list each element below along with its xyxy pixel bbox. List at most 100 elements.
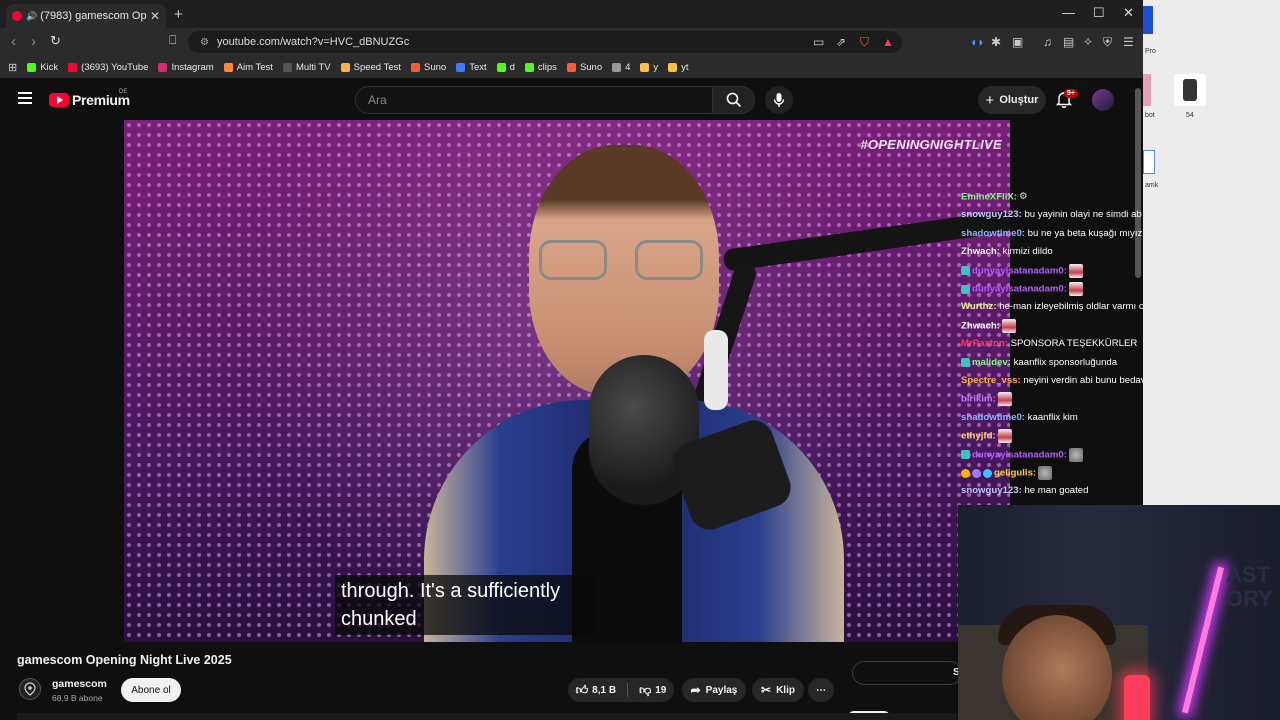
leo-icon[interactable]: ✧ [1083, 35, 1093, 49]
chat-username[interactable]: dunyayisatanadam0: [972, 449, 1067, 460]
url-field[interactable]: ⚙ youtube.com/watch?v=HVC_dBNUZGc [188, 31, 902, 53]
share-button[interactable]: ➦ Paylaş [682, 678, 746, 702]
chat-message: Zhwach: [961, 318, 1016, 334]
bookmark-item[interactable]: (3693) YouTube [68, 62, 148, 73]
bookmark-item[interactable]: Text [456, 62, 487, 73]
video-player[interactable]: #OPENINGNIGHTLIVE through. It's a suffic… [124, 120, 1010, 642]
more-actions-button[interactable]: ⋯ [808, 678, 834, 702]
search-button[interactable] [713, 86, 755, 114]
vpn-icon[interactable]: ⛨ [1103, 35, 1112, 50]
bookmark-favicon-icon [640, 62, 650, 72]
bookmark-item[interactable]: y [640, 62, 658, 73]
wall-poster-text: AST ORY [1226, 562, 1273, 611]
menu-icon[interactable]: ☰ [1123, 35, 1134, 49]
brave-rewards-icon[interactable]: ▲ [882, 35, 894, 49]
bookmark-item[interactable]: Suno [566, 62, 602, 73]
bookmark-icon[interactable]: ⎕ [169, 33, 176, 48]
wallet-icon[interactable]: ▤ [1063, 35, 1074, 49]
bookmark-item[interactable]: Speed Test [340, 62, 401, 73]
bookmark-item[interactable]: yt [668, 62, 689, 73]
user-avatar[interactable] [1092, 89, 1114, 111]
site-info-icon[interactable]: ⚙ [200, 37, 209, 48]
bookmark-item[interactable]: d [496, 62, 515, 73]
desktop-app-icon[interactable] [1143, 6, 1153, 34]
create-button[interactable]: + Oluştur [978, 86, 1046, 114]
share-page-icon[interactable]: ⇗ [836, 35, 846, 49]
chat-username[interactable]: birikim: [961, 394, 996, 405]
chat-username[interactable]: shadowtime0: [961, 228, 1025, 239]
bookmark-item[interactable]: Multi TV [282, 62, 331, 73]
chat-username[interactable]: snowguy123: [961, 209, 1022, 220]
chat-username[interactable]: MrPaxton: [961, 338, 1008, 349]
back-icon[interactable]: ‹ [11, 33, 16, 50]
browser-tab[interactable]: 🔊 (7983) gamescom Opening N ✕ [6, 4, 166, 28]
chat-username[interactable]: Wurthz: [961, 301, 997, 312]
voice-search-button[interactable] [765, 86, 793, 114]
desktop-label-2: bot [1145, 112, 1155, 119]
bookmark-item[interactable]: Suno [411, 62, 446, 73]
bookmark-item[interactable]: clips [524, 62, 557, 73]
chat-username[interactable]: Zhwach: [961, 246, 1000, 257]
channel-name[interactable]: gamescom [52, 678, 107, 690]
bookmark-favicon-icon [566, 62, 576, 72]
caption-line-2: chunked [341, 608, 417, 630]
chat-username[interactable]: snowguy123: [961, 485, 1022, 496]
music-icon[interactable]: ♫ [1043, 35, 1052, 49]
side-panel-field[interactable]: S [852, 661, 962, 685]
chat-message: Wurthz: he-man izleyebilmiş oldlar varmı… [961, 300, 1143, 314]
maximize-icon[interactable]: ☐ [1093, 5, 1105, 21]
close-window-icon[interactable]: ✕ [1123, 5, 1134, 21]
video-hashtag: #OPENINGNIGHTLIVE [860, 137, 1002, 152]
chat-username[interactable]: malidev: [972, 357, 1011, 368]
subscribe-button[interactable]: Abone ol [121, 678, 181, 702]
chat-emote-icon [1001, 318, 1016, 333]
chat-username[interactable]: Zhwach: [961, 320, 1000, 331]
hamburger-menu-icon[interactable] [18, 92, 32, 104]
chat-username[interactable]: geligulis: [994, 468, 1036, 479]
chat-username[interactable]: Spectre_vss: [961, 375, 1021, 386]
youtube-favicon-icon [12, 11, 22, 21]
chat-message: Spectre_vss: neyini verdin abi bunu beda… [961, 374, 1143, 388]
search-icon [726, 92, 741, 108]
reload-icon[interactable]: ↻ [50, 33, 61, 49]
chat-username[interactable]: dunyayisatanadam0: [972, 284, 1067, 295]
extensions-icon[interactable]: ✱ [991, 35, 1001, 49]
chat-message: EmineXFliX: ⚙ [961, 190, 1033, 205]
desktop-background: Pro bot 54 amk [1143, 0, 1280, 505]
caption-line-1: through. It's a sufficiently [341, 580, 561, 602]
dislike-button[interactable]: 👎︎ 19 [639, 683, 666, 698]
document-icon[interactable] [1143, 150, 1155, 174]
youtube-logo[interactable]: Premium DE [49, 89, 130, 108]
new-tab-icon[interactable]: + [174, 6, 183, 23]
video-captions: through. It's a sufficiently chunked [335, 575, 595, 635]
search-input[interactable]: Ara [355, 86, 713, 114]
close-tab-icon[interactable]: ✕ [150, 9, 160, 23]
brave-shield-icon[interactable]: ⛉ [860, 35, 869, 50]
bookmark-item[interactable]: 4 [612, 62, 630, 73]
apps-grid-icon[interactable]: ⊞ [8, 61, 17, 74]
chat-username[interactable]: dunyayisatanadam0: [972, 265, 1067, 276]
chat-username[interactable]: ethyjfd: [961, 431, 996, 442]
chat-message: ethyjfd: [961, 429, 1012, 444]
audio-icon[interactable]: 🔊 [26, 11, 37, 22]
bookmark-label: (3693) YouTube [81, 61, 149, 73]
bookmark-item[interactable]: Kick [27, 62, 58, 73]
minimize-icon[interactable]: — [1062, 5, 1075, 20]
chat-message: malidev: kaanflix sponsorluğunda [961, 356, 1117, 370]
clip-button[interactable]: ✂ Klip [752, 678, 804, 702]
sidebar-icon[interactable]: ▣ [1012, 35, 1023, 49]
tab-bar: 🔊 (7983) gamescom Opening N ✕ + — ☐ ✕ [0, 0, 1143, 28]
cast-icon[interactable]: ▭ [813, 35, 824, 49]
chat-username[interactable]: EmineXFliX: [961, 192, 1017, 203]
thumbs-up-icon: 👍︎ [575, 682, 589, 697]
watch-image-icon[interactable] [1174, 74, 1206, 106]
forward-icon[interactable]: › [31, 33, 36, 50]
bookmark-item[interactable]: Instagram [158, 62, 214, 73]
channel-avatar[interactable] [19, 678, 41, 700]
like-button[interactable]: 👍︎ 8,1 B [576, 683, 616, 698]
desktop-shortcut-icon[interactable] [1143, 74, 1151, 106]
bookmark-item[interactable]: Aim Test [223, 62, 273, 73]
plus-icon: + [985, 91, 995, 109]
audio-ext-icon[interactable]: ◖◗ [970, 35, 985, 49]
chat-username[interactable]: shadowtime0: [961, 412, 1025, 423]
